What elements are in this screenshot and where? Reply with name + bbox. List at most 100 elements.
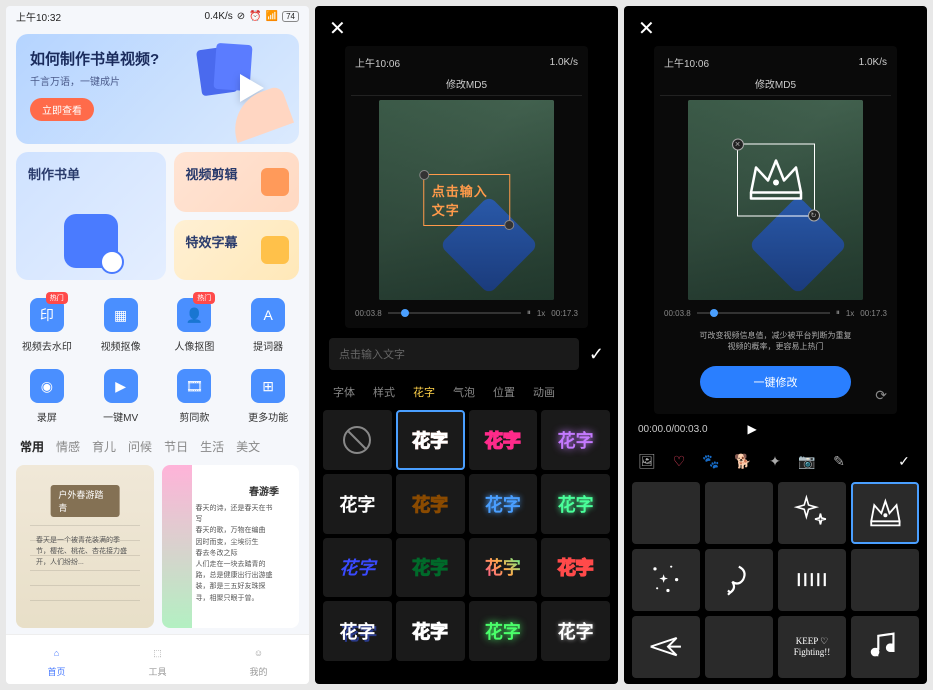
- create-booklist-card[interactable]: 制作书单: [16, 152, 166, 280]
- resize-handle[interactable]: [504, 220, 514, 230]
- feature-oneclick-mv[interactable]: ▶一键MV: [86, 363, 156, 430]
- text-input[interactable]: 点击输入文字: [329, 338, 579, 370]
- sticker-empty[interactable]: [705, 482, 773, 544]
- delete-handle[interactable]: ✕: [732, 139, 744, 151]
- promo-banner[interactable]: 如何制作书单视频? 千言万语，一键成片 立即查看: [16, 34, 299, 144]
- mv-icon: ▶: [104, 369, 138, 403]
- style-option[interactable]: 花字: [396, 538, 465, 598]
- tip-text: 可改变视频信息值，减少被平台判断为重复 视频的概率，更容易上热门: [660, 322, 891, 360]
- banner-cta-button[interactable]: 立即查看: [30, 98, 94, 121]
- sticker-stars[interactable]: [778, 482, 846, 544]
- sticker-strokes[interactable]: [778, 549, 846, 611]
- nav-home[interactable]: ⌂首页: [47, 643, 67, 678]
- sticker-swirl[interactable]: [705, 549, 773, 611]
- feature-cut-template[interactable]: 🎞剪同款: [160, 363, 230, 430]
- nav-profile[interactable]: ☺我的: [249, 643, 269, 678]
- pause-icon[interactable]: ⏸: [836, 308, 840, 318]
- tab-fancy[interactable]: 花字: [413, 384, 435, 400]
- template-card-1[interactable]: 户外春游踏青 春天是一个被青花装满的季节，樱花、桃花、杏花接力盛开，人们纷纷..…: [16, 465, 154, 628]
- sticker-empty[interactable]: [705, 616, 773, 678]
- feature-screen-record[interactable]: ◉录屏: [12, 363, 82, 430]
- tab-style[interactable]: 样式: [373, 384, 395, 400]
- preview-title: 修改MD5: [351, 72, 582, 96]
- effect-subtitle-card[interactable]: 特效字幕: [174, 220, 300, 280]
- confirm-icon[interactable]: ✓: [589, 344, 604, 365]
- style-option[interactable]: 花字: [396, 601, 465, 661]
- sticker-empty[interactable]: [851, 549, 919, 611]
- progress-bar[interactable]: [388, 312, 521, 314]
- overlay-text[interactable]: 点击输入文字: [432, 181, 502, 219]
- close-button[interactable]: ✕: [315, 6, 618, 46]
- style-option[interactable]: 花字: [469, 538, 538, 598]
- style-option[interactable]: 花字: [469, 601, 538, 661]
- close-button[interactable]: ✕: [624, 6, 927, 46]
- delete-handle[interactable]: [419, 170, 429, 180]
- feature-more[interactable]: ⊞更多功能: [233, 363, 303, 430]
- camera-icon[interactable]: 📷: [796, 450, 818, 472]
- status-bar: 上午10:32 0.4K/s ⊘ ⏰ 📶 74: [6, 6, 309, 26]
- feature-remove-watermark[interactable]: 热门印视频去水印: [12, 292, 82, 359]
- tab-animation[interactable]: 动画: [533, 384, 555, 400]
- refresh-icon[interactable]: ⟳: [875, 387, 887, 404]
- sticker-empty[interactable]: [632, 482, 700, 544]
- heart-icon[interactable]: ♡: [668, 450, 690, 472]
- gallery-icon[interactable]: 🖼: [636, 450, 658, 472]
- tab-bubble[interactable]: 气泡: [453, 384, 475, 400]
- nav-tools[interactable]: ⬚工具: [148, 643, 168, 678]
- tab-font[interactable]: 字体: [333, 384, 355, 400]
- video-edit-card[interactable]: 视频剪辑: [174, 152, 300, 212]
- sticker-sparkles[interactable]: [632, 549, 700, 611]
- template-card-2[interactable]: 春游季 春天的诗，还是春天在书写 春天的歌，万物在编曲 因时而变，尘埃衍生 春去…: [162, 465, 300, 628]
- feature-portrait-cutout[interactable]: 热门👤人像抠图: [160, 292, 230, 359]
- film-icon: 🎞: [177, 369, 211, 403]
- status-net: 0.4K/s: [204, 11, 232, 22]
- tab-essay[interactable]: 美文: [236, 438, 260, 455]
- style-option[interactable]: 花字: [469, 410, 538, 470]
- sticker-grid: KEEP ♡ Fighting!!: [624, 478, 927, 681]
- sticker-music-notes[interactable]: [851, 616, 919, 678]
- style-option[interactable]: 花字: [323, 474, 392, 534]
- style-option[interactable]: 花字: [541, 538, 610, 598]
- record-icon: ◉: [30, 369, 64, 403]
- style-option[interactable]: 花字: [323, 601, 392, 661]
- status-time: 上午10:32: [16, 9, 61, 24]
- video-canvas[interactable]: ✕ ↻: [688, 100, 863, 300]
- sticker-overlay-box[interactable]: ✕ ↻: [737, 144, 815, 217]
- style-option[interactable]: 花字: [541, 601, 610, 661]
- more-icon: ⊞: [251, 369, 285, 403]
- sticker-keep-fighting[interactable]: KEEP ♡ Fighting!!: [778, 616, 846, 678]
- progress-bar[interactable]: [697, 312, 830, 314]
- document-icon: [64, 214, 118, 268]
- confirm-icon[interactable]: ✓: [893, 450, 915, 472]
- style-option[interactable]: 花字: [396, 410, 465, 470]
- sticker-plane[interactable]: [632, 616, 700, 678]
- text-overlay-box[interactable]: 点击输入文字: [423, 174, 511, 226]
- tab-life[interactable]: 生活: [200, 438, 224, 455]
- video-preview: 上午10:061.0K/s 修改MD5 ✕ ↻ 00:03.8 ⏸ 1x 00:…: [654, 46, 897, 414]
- rotate-handle[interactable]: ↻: [808, 210, 820, 222]
- style-option[interactable]: 花字: [396, 474, 465, 534]
- tab-emotion[interactable]: 情感: [56, 438, 80, 455]
- sticker-crown[interactable]: [851, 482, 919, 544]
- tab-greeting[interactable]: 问候: [128, 438, 152, 455]
- modify-button[interactable]: 一键修改: [700, 366, 851, 398]
- tab-festival[interactable]: 节日: [164, 438, 188, 455]
- feature-video-matting[interactable]: ▦视频抠像: [86, 292, 156, 359]
- sparkle-icon[interactable]: ✦: [764, 450, 786, 472]
- style-option[interactable]: 花字: [541, 410, 610, 470]
- pencil-icon[interactable]: ✎: [828, 450, 850, 472]
- tab-parenting[interactable]: 育儿: [92, 438, 116, 455]
- dog-icon[interactable]: 🐕: [732, 450, 754, 472]
- style-none[interactable]: [323, 410, 392, 470]
- paw-icon[interactable]: 🐾: [700, 450, 722, 472]
- tab-position[interactable]: 位置: [493, 384, 515, 400]
- video-canvas[interactable]: 点击输入文字: [379, 100, 554, 300]
- style-option[interactable]: 花字: [323, 538, 392, 598]
- pause-icon[interactable]: ⏸: [527, 308, 531, 318]
- play-icon[interactable]: ▶: [748, 422, 757, 436]
- tab-common[interactable]: 常用: [20, 438, 44, 455]
- feature-teleprompter[interactable]: A提词器: [233, 292, 303, 359]
- style-option[interactable]: 花字: [541, 474, 610, 534]
- style-option[interactable]: 花字: [469, 474, 538, 534]
- text-style-tabs: 字体 样式 花字 气泡 位置 动画: [315, 380, 618, 410]
